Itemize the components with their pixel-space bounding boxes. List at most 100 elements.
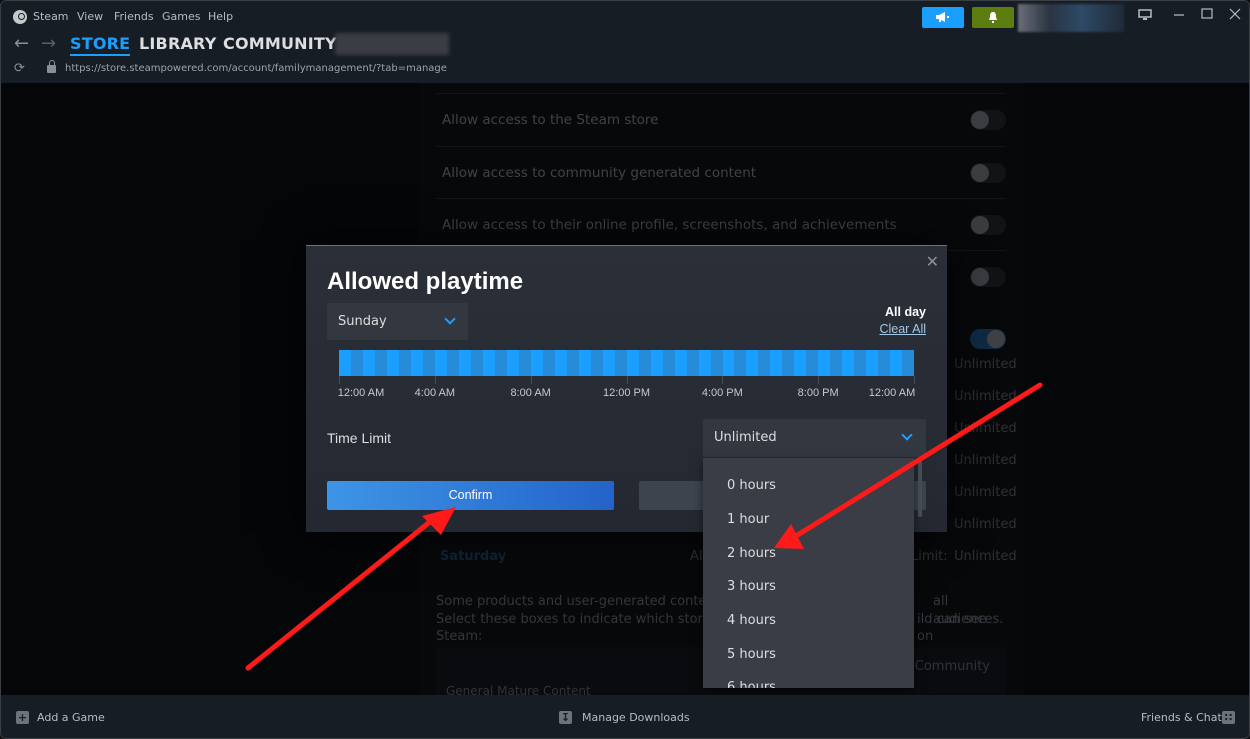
steam-logo-icon[interactable] — [13, 10, 27, 24]
timeline-segment[interactable] — [374, 350, 387, 376]
dropdown-option-2-hours[interactable]: 2 hours — [727, 546, 776, 561]
setting-toggle[interactable] — [970, 267, 1006, 287]
menu-help[interactable]: Help — [208, 10, 233, 23]
timeline-segment[interactable] — [482, 350, 495, 376]
download-icon[interactable]: ↧ — [559, 711, 572, 724]
timeline-segment[interactable] — [350, 350, 363, 376]
maximize-icon[interactable] — [1201, 8, 1213, 24]
tab-community[interactable]: COMMUNITY — [223, 34, 337, 53]
url-text[interactable]: https://store.steampowered.com/account/f… — [65, 63, 447, 74]
timeline-tick — [434, 376, 436, 384]
timeline-segment[interactable] — [458, 350, 471, 376]
friends-icon[interactable]: ∷ — [1222, 711, 1235, 724]
timeline-segment[interactable] — [470, 350, 483, 376]
timeline-segment[interactable] — [794, 350, 807, 376]
timeline-segment[interactable] — [722, 350, 735, 376]
timeline-segment[interactable] — [494, 350, 507, 376]
monitor-icon[interactable] — [1138, 9, 1152, 25]
close-icon[interactable] — [1229, 8, 1241, 24]
time-limit-select[interactable]: Unlimited — [703, 419, 926, 457]
timeline-segment[interactable] — [339, 350, 351, 376]
timeline-segment[interactable] — [542, 350, 555, 376]
timeline-segment[interactable] — [890, 350, 903, 376]
lock-icon — [47, 60, 56, 73]
timeline-segment[interactable] — [566, 350, 579, 376]
timeline-segment[interactable] — [650, 350, 663, 376]
timeline-segment[interactable] — [434, 350, 447, 376]
community-content-toggle[interactable] — [970, 163, 1006, 183]
store-access-toggle[interactable] — [970, 110, 1006, 130]
timeline-segment[interactable] — [638, 350, 651, 376]
confirm-button[interactable]: Confirm — [327, 481, 614, 510]
day-select[interactable]: Sunday — [327, 303, 468, 340]
timeline-segment[interactable] — [830, 350, 843, 376]
timeline-segment[interactable] — [614, 350, 627, 376]
dropdown-option-6-hours[interactable]: 6 hours — [727, 680, 776, 688]
dropdown-scrollbar[interactable] — [918, 459, 922, 517]
timeline-segment[interactable] — [854, 350, 867, 376]
timeline-segment[interactable] — [530, 350, 543, 376]
timeline-segment[interactable] — [878, 350, 891, 376]
menu-games[interactable]: Games — [162, 10, 200, 23]
timeline-segment[interactable] — [842, 350, 855, 376]
timeline-segment[interactable] — [602, 350, 615, 376]
timeline-segment[interactable] — [422, 350, 435, 376]
timeline-segment[interactable] — [686, 350, 699, 376]
timeline-segment[interactable] — [818, 350, 831, 376]
timeline-segment[interactable] — [398, 350, 411, 376]
timeline-tick — [914, 376, 915, 384]
timeline-segment[interactable] — [410, 350, 423, 376]
timeline-segment[interactable] — [710, 350, 723, 376]
saturday-label[interactable]: Saturday — [440, 549, 506, 564]
timeline-segment[interactable] — [446, 350, 459, 376]
clear-all-link[interactable]: Clear All — [879, 322, 926, 336]
timeline-segment[interactable] — [770, 350, 783, 376]
menu-view[interactable]: View — [77, 10, 103, 23]
timeline-segment[interactable] — [362, 350, 375, 376]
manage-downloads-button[interactable]: Manage Downloads — [582, 711, 690, 724]
timeline-segment[interactable] — [590, 350, 603, 376]
profile-access-toggle[interactable] — [970, 215, 1006, 235]
timeline-segment[interactable] — [746, 350, 759, 376]
dialog-close-icon[interactable]: ✕ — [926, 252, 939, 272]
friends-chat-button[interactable]: Friends & Chat — [1141, 711, 1222, 724]
timeline-segment[interactable] — [662, 350, 675, 376]
playtime-timeline-bar[interactable] — [339, 350, 915, 376]
dropdown-option-4-hours[interactable]: 4 hours — [727, 613, 776, 628]
forward-arrow-icon[interactable]: → — [41, 33, 56, 54]
timeline-segment[interactable] — [698, 350, 711, 376]
dropdown-option-1-hour[interactable]: 1 hour — [727, 512, 769, 527]
timeline-segment[interactable] — [866, 350, 879, 376]
announcements-button[interactable] — [922, 7, 964, 28]
timeline-segment[interactable] — [674, 350, 687, 376]
dropdown-option-5-hours[interactable]: 5 hours — [727, 647, 776, 662]
timeline-segment[interactable] — [518, 350, 531, 376]
tab-library[interactable]: LIBRARY — [139, 34, 216, 53]
timeline-segment[interactable] — [758, 350, 771, 376]
add-game-button[interactable]: Add a Game — [37, 711, 105, 724]
timeline-segment[interactable] — [626, 350, 639, 376]
minimize-icon[interactable] — [1173, 8, 1185, 24]
menu-steam[interactable]: Steam — [33, 10, 69, 23]
dropdown-option-0-hours[interactable]: 0 hours — [727, 478, 776, 493]
timeline-segment[interactable] — [782, 350, 795, 376]
timeline-segment[interactable] — [734, 350, 747, 376]
notifications-button[interactable] — [972, 7, 1014, 28]
timeline-segment[interactable] — [506, 350, 519, 376]
add-game-icon[interactable]: + — [16, 711, 29, 724]
back-arrow-icon[interactable]: ← — [14, 33, 29, 54]
timeline-segment[interactable] — [578, 350, 591, 376]
timeline-segment[interactable] — [902, 350, 915, 376]
timeline-segment[interactable] — [554, 350, 567, 376]
timeline-tick-label: 4:00 AM — [414, 387, 456, 399]
playtime-toggle[interactable] — [970, 329, 1006, 349]
user-account-menu[interactable] — [1018, 4, 1124, 32]
tab-store[interactable]: STORE — [70, 34, 131, 56]
dropdown-option-3-hours[interactable]: 3 hours — [727, 579, 776, 594]
timeline-segment[interactable] — [806, 350, 819, 376]
timeline-segment[interactable] — [386, 350, 399, 376]
reload-icon[interactable]: ⟳ — [14, 61, 25, 76]
menu-friends[interactable]: Friends — [114, 10, 154, 23]
tab-username[interactable] — [335, 33, 449, 55]
chevron-down-icon — [901, 429, 913, 441]
